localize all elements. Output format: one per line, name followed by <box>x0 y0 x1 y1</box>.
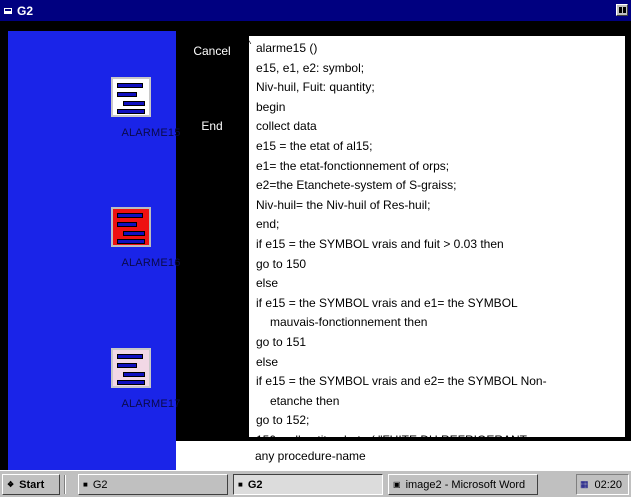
code-line: etanche then <box>270 393 340 408</box>
taskbar-divider <box>64 475 66 494</box>
restore-button[interactable] <box>616 4 628 16</box>
taskbar-item-word[interactable]: ▣ image2 - Microsoft Word <box>388 474 538 495</box>
alarm-label: ALARME16 <box>121 257 181 269</box>
code-line: else <box>256 354 279 369</box>
alarm-icon[interactable] <box>111 207 151 247</box>
code-line: e15 = the etat of al15; <box>256 138 373 153</box>
code-line: go to 150 <box>256 256 307 271</box>
code-line: 150: call petite-alerte ( "FUITE DU REFR… <box>256 431 625 437</box>
windows-logo-icon: ❖ <box>7 480 15 489</box>
alarm-icon[interactable] <box>111 348 151 388</box>
code-line: alarme15 () <box>256 41 318 55</box>
system-tray: ▦ 02:20 <box>576 474 629 495</box>
taskbar: ❖ Start ■ G2 ■ G2 ▣ image2 - Microsoft W… <box>0 470 631 497</box>
code-line: if e15 = the SYMBOL vrais and fuit > 0.0… <box>256 236 504 251</box>
g2-app-icon: ■ <box>83 480 88 489</box>
start-button[interactable]: ❖ Start <box>2 474 60 495</box>
alarm-label: ALARME15 <box>121 127 181 139</box>
alarm-item-alarme16[interactable]: ALARME16 <box>86 207 180 269</box>
alarm-item-alarme17[interactable]: ALARME17 <box>86 348 180 410</box>
word-document-icon: ▣ <box>393 480 401 489</box>
tray-network-icon[interactable]: ▦ <box>580 479 589 490</box>
code-line: go to 152; <box>256 413 310 428</box>
taskbar-item-g2[interactable]: ■ G2 <box>78 474 228 495</box>
procedure-editor[interactable]: ^ alarme15 () e15, e1, e2: symbol; Niv-hui… <box>248 35 626 438</box>
text-caret: ^ <box>249 40 251 49</box>
status-bar: any procedure-name <box>248 441 631 470</box>
cancel-button[interactable]: Cancel <box>184 42 240 60</box>
code-line: begin <box>256 99 286 114</box>
code-line: mauvais-fonctionnement then <box>270 315 428 330</box>
alarm-icon[interactable] <box>111 77 151 117</box>
code-line: if e15 = the SYMBOL vrais and e1= the SY… <box>256 295 518 310</box>
taskbar-item-label: G2 <box>92 478 108 491</box>
alarm-label: ALARME17 <box>121 398 181 410</box>
code-line: collect data <box>256 119 317 134</box>
code-line: go to 151 <box>256 334 307 349</box>
taskbar-item-label: G2 <box>247 478 263 491</box>
g2-app-icon: ■ <box>238 480 243 489</box>
taskbar-item-label: image2 - Microsoft Word <box>405 478 526 491</box>
code-line: e1= the etat-fonctionnement of orps; <box>256 158 450 173</box>
status-text: any procedure-name <box>255 449 366 463</box>
system-menu-icon[interactable] <box>4 7 12 14</box>
code-line: if e15 = the SYMBOL vrais and e2= the SY… <box>256 374 547 389</box>
alarm-item-alarme15[interactable]: ALARME15 <box>86 77 180 139</box>
window-title: G2 <box>17 3 34 18</box>
code-line: end; <box>256 217 280 232</box>
code-line: e15, e1, e2: symbol; <box>256 60 365 75</box>
status-bar-left <box>176 441 248 470</box>
end-button[interactable]: End <box>184 117 240 135</box>
clock: 02:20 <box>594 478 623 491</box>
code-line: Niv-huil, Fuit: quantity; <box>256 80 375 95</box>
code-line: else <box>256 276 279 291</box>
start-label: Start <box>19 478 45 491</box>
workspace: ALARME15 ALARME16 ALARME17 Cancel End ^ … <box>0 21 631 470</box>
title-bar[interactable]: G2 <box>0 0 631 21</box>
code-line: Niv-huil= the Niv-huil of Res-huil; <box>256 197 431 212</box>
code-line: e2=the Etanchete-system of S-graiss; <box>256 178 457 193</box>
taskbar-item-g2-active[interactable]: ■ G2 <box>233 474 383 495</box>
